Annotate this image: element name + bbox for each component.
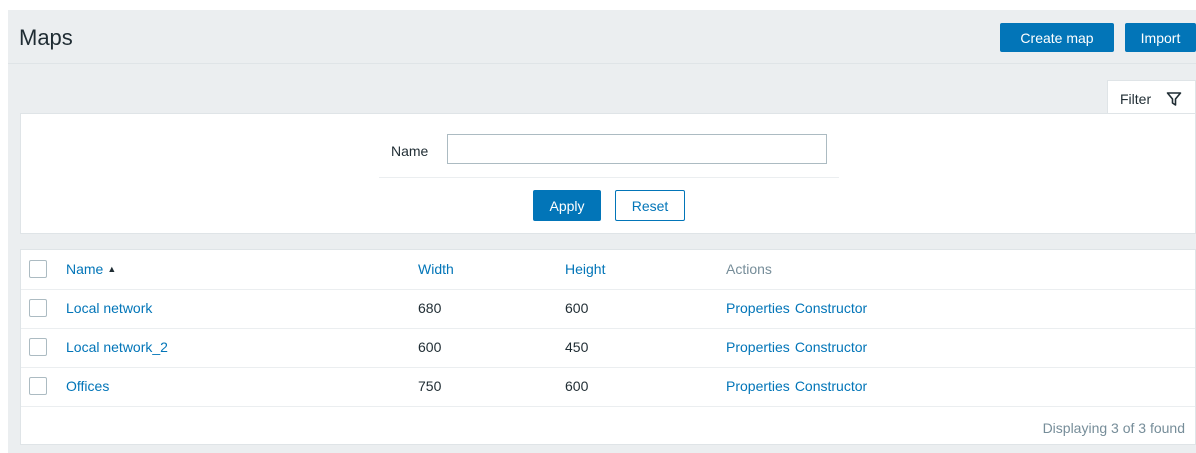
create-map-button[interactable]: Create map (1000, 23, 1114, 52)
column-header-actions: Actions (726, 261, 772, 277)
filter-tab-label: Filter (1120, 91, 1152, 107)
page-title: Maps (19, 25, 73, 50)
filter-divider (379, 177, 839, 178)
table-row: Offices 750 600 Properties Constructor (21, 367, 1195, 407)
row-checkbox[interactable] (29, 377, 47, 395)
table-header-row: Name ▲ Width Height Actions (21, 250, 1195, 290)
row-checkbox[interactable] (29, 299, 47, 317)
map-height: 600 (565, 300, 589, 316)
properties-link[interactable]: Properties (726, 378, 790, 394)
row-actions: Properties Constructor (726, 300, 867, 316)
apply-button[interactable]: Apply (533, 190, 601, 221)
properties-link[interactable]: Properties (726, 339, 790, 355)
column-header-height[interactable]: Height (565, 261, 605, 277)
constructor-link[interactable]: Constructor (795, 339, 867, 355)
import-button[interactable]: Import (1125, 23, 1196, 52)
properties-link[interactable]: Properties (726, 300, 790, 316)
select-all-checkbox[interactable] (29, 260, 47, 278)
table-row: Local network 680 600 Properties Construc… (21, 289, 1195, 329)
map-name-link[interactable]: Offices (66, 378, 109, 394)
map-height: 450 (565, 339, 589, 355)
map-width: 600 (418, 339, 442, 355)
page: Maps Create map Import Filter Name Apply… (8, 10, 1196, 453)
reset-button[interactable]: Reset (615, 190, 685, 221)
map-name-link[interactable]: Local network_2 (66, 339, 168, 355)
map-name-link[interactable]: Local network (66, 300, 152, 316)
page-header: Maps Create map Import (8, 10, 1196, 64)
name-filter-input[interactable] (447, 134, 827, 164)
sort-ascending-icon: ▲ (107, 264, 117, 274)
column-header-name[interactable]: Name ▲ (66, 261, 116, 277)
filter-icon (1166, 91, 1182, 107)
map-width: 750 (418, 378, 442, 394)
row-checkbox[interactable] (29, 338, 47, 356)
column-header-width[interactable]: Width (418, 261, 454, 277)
name-filter-label: Name (391, 143, 429, 159)
filter-tab[interactable]: Filter (1107, 80, 1196, 113)
row-actions: Properties Constructor (726, 378, 867, 394)
table-row: Local network_2 600 450 Properties Constr… (21, 328, 1195, 368)
filter-panel: Name Apply Reset (20, 113, 1196, 234)
map-width: 680 (418, 300, 442, 316)
table-summary: Displaying 3 of 3 found (1042, 420, 1185, 436)
map-height: 600 (565, 378, 589, 394)
maps-table: Name ▲ Width Height Actions Local network… (20, 249, 1196, 445)
constructor-link[interactable]: Constructor (795, 300, 867, 316)
constructor-link[interactable]: Constructor (795, 378, 867, 394)
row-actions: Properties Constructor (726, 339, 867, 355)
